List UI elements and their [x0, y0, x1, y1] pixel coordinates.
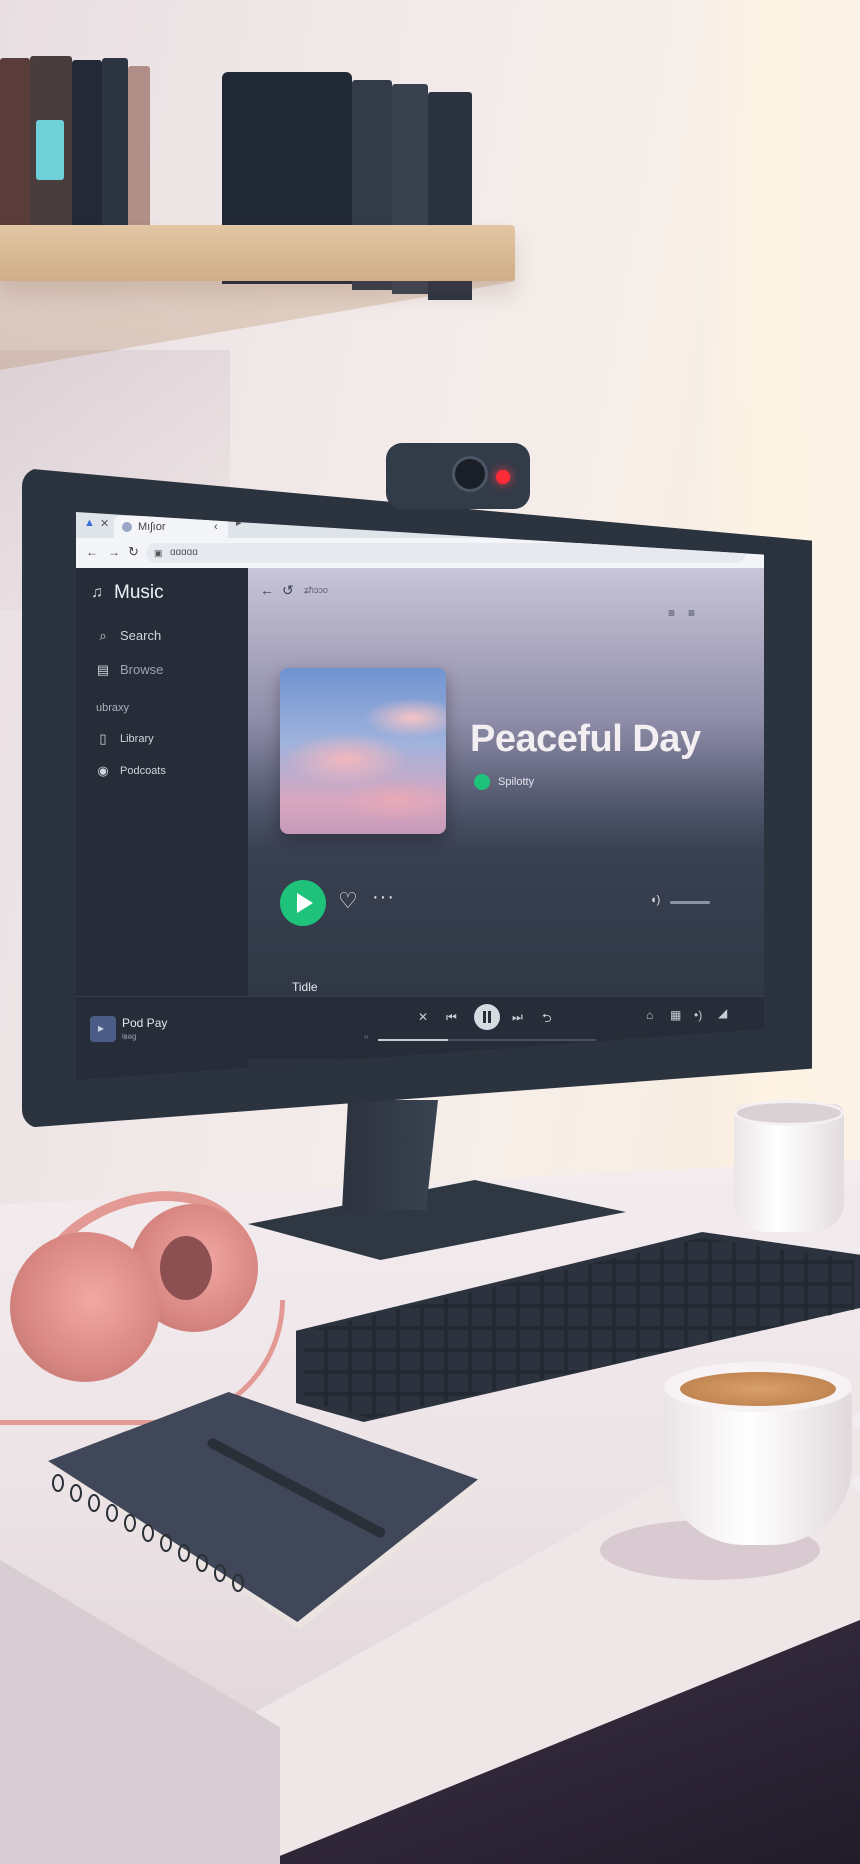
sidebar-item-browse[interactable]: ▤ Browse — [96, 661, 164, 677]
notebook-ring — [178, 1544, 190, 1562]
play-button[interactable] — [280, 880, 326, 926]
notebook-ring — [70, 1484, 82, 1502]
now-playing-title[interactable]: Pod Pay — [122, 1016, 167, 1030]
notebook-ring — [52, 1474, 64, 1492]
reload-icon[interactable]: ↺ — [282, 582, 294, 599]
sidebar-item-label: Library — [120, 733, 154, 745]
notebook-ring — [214, 1564, 226, 1582]
book — [0, 58, 30, 228]
url-text: ɑɑɑɑɑ — [170, 547, 198, 558]
browse-icon: ▤ — [96, 661, 110, 677]
webcam-lens — [452, 456, 488, 492]
back-icon[interactable]: ← — [86, 545, 98, 559]
lock-icon: ▣ — [154, 548, 163, 558]
notebook-ring — [232, 1574, 244, 1592]
notebook-ring — [142, 1524, 154, 1542]
close-icon[interactable]: ✕ — [100, 517, 109, 530]
sidebar-item-label: Podcoats — [120, 765, 166, 777]
library-icon: ▯ — [99, 731, 107, 746]
signal-icon[interactable]: ◢ — [718, 1006, 727, 1020]
pause-button[interactable] — [474, 1004, 500, 1030]
progress-fill — [378, 1039, 448, 1041]
tab-title: Mıʃıor — [138, 521, 166, 533]
column-header-title[interactable]: Tidle — [292, 980, 318, 994]
album-cover[interactable] — [280, 668, 446, 834]
queue-icon[interactable]: ⌂ — [646, 1008, 653, 1022]
shuffle-icon[interactable]: ✕ — [418, 1010, 428, 1024]
device-icon[interactable]: ▦ — [670, 1008, 681, 1022]
next-icon[interactable]: ⏭ — [512, 1010, 523, 1025]
play-icon: ▸ — [98, 1021, 105, 1035]
book — [128, 66, 150, 238]
volume-icon[interactable]: ◖) — [650, 894, 660, 906]
now-playing-subtitle: ʲʙəɡ — [122, 1032, 137, 1041]
sidebar-item-search[interactable]: ⌕ Search — [96, 628, 161, 643]
sidebar-item-library[interactable]: ▯ Library — [96, 731, 154, 746]
notebook-ring — [88, 1494, 100, 1512]
book — [72, 60, 102, 234]
now-playing-art[interactable]: ▸ — [90, 1016, 116, 1042]
volume-slider[interactable] — [670, 901, 710, 904]
podcast-icon: ◉ — [97, 763, 109, 778]
back-icon[interactable]: ← — [260, 582, 274, 598]
notebook-ring — [124, 1514, 136, 1532]
book-label — [36, 120, 64, 180]
notebook-ring — [106, 1504, 118, 1522]
monitor-screen: ▲ ✕ Mıʃıor ‹ ▸ ← → ↻ ▣ ɑɑɑɑɑ ♫ Music ⌕ S… — [76, 512, 764, 1080]
notebook-ring — [196, 1554, 208, 1572]
artist-avatar — [474, 774, 490, 790]
inner-path: ʑħɔɔo — [304, 585, 328, 595]
repeat-icon[interactable]: ⮌ — [542, 1009, 552, 1030]
sidebar-item-label: Search — [120, 628, 162, 643]
browser-logo-icon: ▲ — [84, 517, 95, 529]
volume-icon[interactable]: •) — [694, 1008, 702, 1022]
recording-light-icon — [496, 470, 510, 484]
shelf — [0, 225, 515, 281]
reload-icon[interactable]: ↻ — [128, 544, 139, 560]
app-title: ♫ Music — [90, 582, 164, 604]
tab-favicon-icon — [122, 522, 132, 532]
search-icon: ⌕ — [99, 627, 107, 643]
previous-icon[interactable]: ⏮ — [446, 1010, 457, 1025]
artist-name[interactable]: Spilotty — [498, 774, 534, 790]
coffee — [680, 1372, 836, 1406]
menu-icon[interactable]: ≡ — [668, 606, 675, 620]
sidebar-item-podcasts[interactable]: ◉ Podcoats — [96, 764, 166, 778]
progress-time: ‹› — [364, 1034, 369, 1041]
sidebar-item-label: Browse — [120, 662, 164, 677]
music-note-icon: ♫ — [91, 584, 103, 601]
more-options-icon[interactable]: ··· — [372, 886, 395, 909]
sidebar-section-label: ubraxy — [96, 702, 129, 714]
headphone-cup-inner — [160, 1236, 212, 1300]
track-title: Peaceful Day — [470, 718, 701, 760]
heart-icon[interactable]: ♡ — [338, 888, 358, 914]
app-title-label: Music — [114, 582, 164, 603]
book — [102, 58, 128, 236]
mug-rim — [734, 1100, 844, 1126]
notebook-ring — [160, 1534, 172, 1552]
list-icon[interactable]: ≡ — [688, 606, 695, 620]
forward-icon[interactable]: → — [108, 545, 120, 559]
sidebar-item-label: ubraxy — [96, 702, 130, 714]
